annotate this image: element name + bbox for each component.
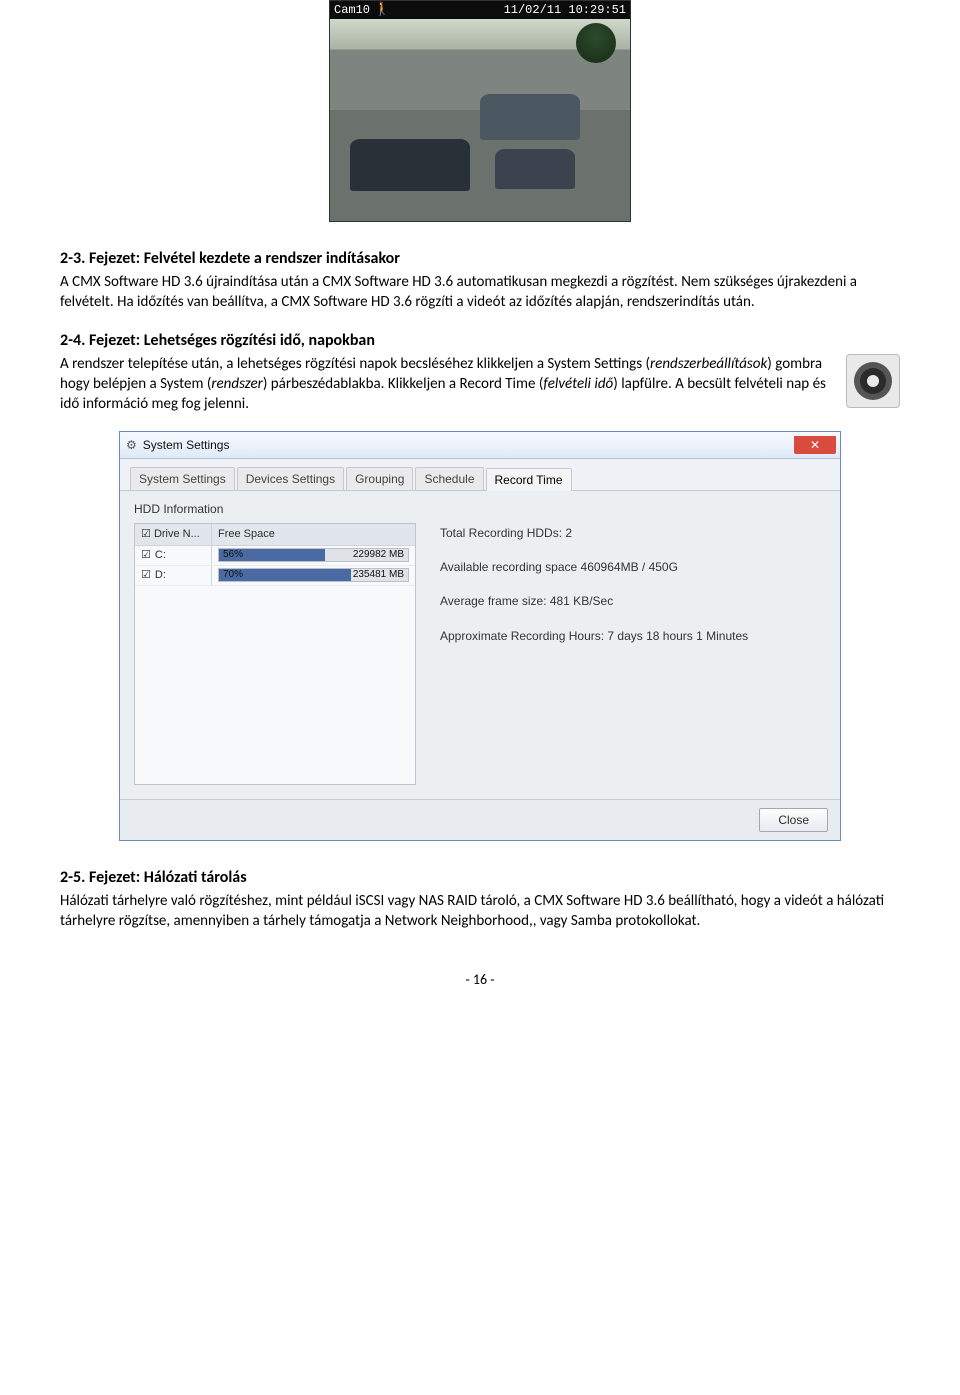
section-2-3-body: A CMX Software HD 3.6 újraindítása után … — [60, 272, 900, 313]
tab-system-settings[interactable]: System Settings — [130, 467, 235, 490]
close-button[interactable]: Close — [759, 808, 828, 832]
tab-schedule[interactable]: Schedule — [415, 467, 483, 490]
tab-record-time[interactable]: Record Time — [486, 468, 572, 491]
info-total-hdds: Total Recording HDDs: 2 — [440, 525, 826, 541]
info-available-space: Available recording space 460964MB / 450… — [440, 559, 826, 575]
scene-car — [480, 94, 580, 140]
drive-checkbox[interactable]: ☑ — [141, 568, 151, 583]
gear-icon: ⚙ — [126, 437, 137, 453]
camera-timestamp: 11/02/11 10:29:51 — [504, 2, 626, 18]
recording-info: Total Recording HDDs: 2 Available record… — [440, 523, 826, 785]
dialog-title: System Settings — [143, 437, 230, 453]
camera-label: Cam10 — [334, 2, 370, 18]
info-approx-hours: Approximate Recording Hours: 7 days 18 h… — [440, 628, 826, 644]
scene-car — [350, 139, 470, 191]
free-space-bar: 56% 229982 MB — [218, 548, 409, 562]
camera-overlay-bar: Cam10 🚶 11/02/11 10:29:51 — [330, 1, 630, 19]
system-settings-icon — [846, 354, 900, 408]
window-close-button[interactable]: ✕ — [794, 436, 836, 454]
header-checkbox[interactable]: ☑ — [141, 528, 151, 540]
camera-figure: Cam10 🚶 11/02/11 10:29:51 — [60, 0, 900, 228]
drive-row: ☑C: 56% 229982 MB — [135, 546, 415, 566]
drives-table: ☑ Drive N... Free Space ☑C: 56% 229982 M… — [134, 523, 416, 785]
camera-scene — [330, 19, 630, 221]
info-avg-frame: Average frame size: 481 KB/Sec — [440, 593, 826, 609]
free-space-bar: 70% 235481 MB — [218, 568, 409, 582]
tab-devices-settings[interactable]: Devices Settings — [237, 467, 344, 490]
dialog-tabs: System Settings Devices Settings Groupin… — [120, 459, 840, 491]
system-settings-dialog: ⚙ System Settings ✕ System Settings Devi… — [119, 431, 841, 842]
dialog-titlebar: ⚙ System Settings ✕ — [120, 432, 840, 459]
hdd-info-label: HDD Information — [134, 501, 826, 517]
page-number: - 16 - — [60, 971, 900, 990]
section-2-4-title: 2-4. Fejezet: Lehetséges rögzítési idő, … — [60, 330, 900, 352]
section-2-4-body: A rendszer telepítése után, a lehetséges… — [60, 354, 832, 417]
tab-grouping[interactable]: Grouping — [346, 467, 413, 490]
scene-tree — [576, 23, 616, 63]
section-2-5-body: Hálózati tárhelyre való rögzítéshez, min… — [60, 891, 900, 932]
drive-checkbox[interactable]: ☑ — [141, 548, 151, 563]
scene-car — [495, 149, 575, 189]
motion-person-icon: 🚶 — [374, 1, 390, 19]
section-2-3-title: 2-3. Fejezet: Felvétel kezdete a rendsze… — [60, 248, 900, 270]
section-2-5-title: 2-5. Fejezet: Hálózati tárolás — [60, 867, 900, 889]
camera-frame: Cam10 🚶 11/02/11 10:29:51 — [329, 0, 631, 222]
drive-row: ☑D: 70% 235481 MB — [135, 566, 415, 586]
